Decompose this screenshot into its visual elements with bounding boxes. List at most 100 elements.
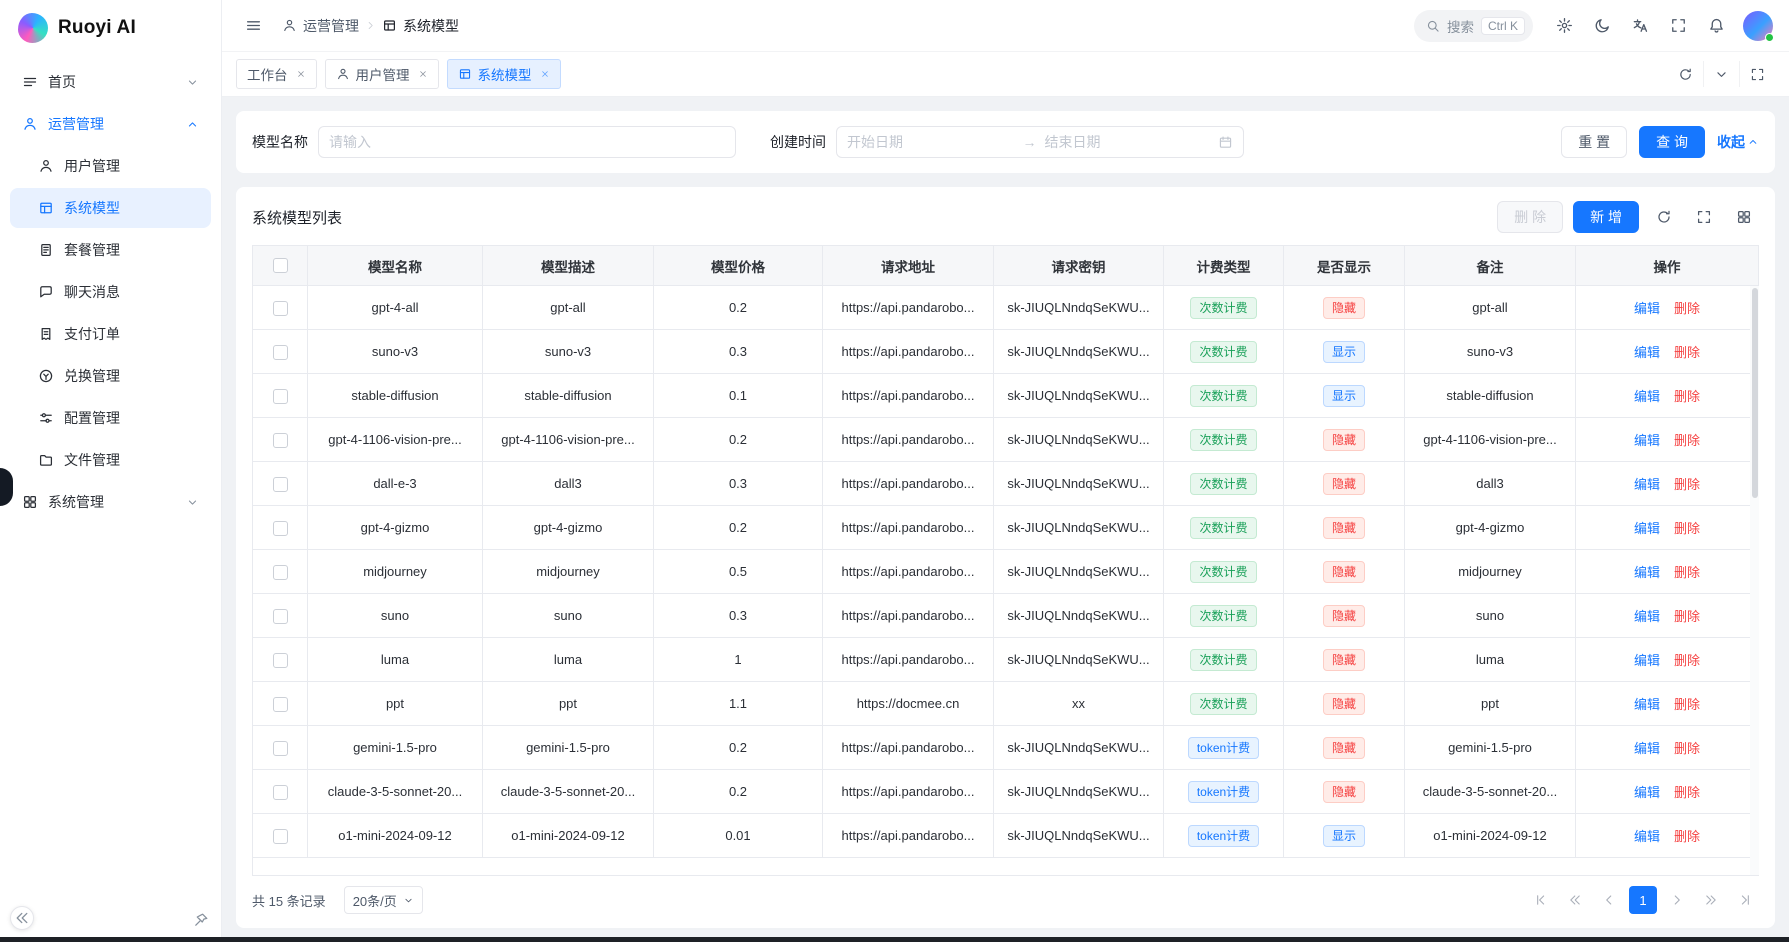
row-delete-link[interactable]: 删除 [1674, 609, 1700, 624]
batch-delete-button[interactable]: 删 除 [1497, 201, 1563, 233]
page-size-select[interactable]: 20条/页 [344, 886, 423, 914]
row-checkbox[interactable] [273, 521, 288, 536]
edit-link[interactable]: 编辑 [1634, 433, 1660, 448]
sidebar-item-system-management[interactable]: 系统管理 [10, 482, 211, 522]
sidebar-item-payment-orders[interactable]: 支付订单 [10, 314, 211, 354]
close-icon[interactable] [418, 69, 428, 79]
model-name-input[interactable] [318, 126, 736, 158]
edit-link[interactable]: 编辑 [1634, 389, 1660, 404]
edit-link[interactable]: 编辑 [1634, 565, 1660, 580]
tab-menu-chevron-icon[interactable] [1703, 61, 1739, 87]
row-checkbox[interactable] [273, 301, 288, 316]
row-delete-link[interactable]: 删除 [1674, 301, 1700, 316]
sidebar-item-system-model[interactable]: 系统模型 [10, 188, 211, 228]
row-checkbox[interactable] [273, 609, 288, 624]
edit-link[interactable]: 编辑 [1634, 741, 1660, 756]
breadcrumb-item-operations[interactable]: 运营管理 [282, 16, 359, 36]
avatar[interactable] [1743, 11, 1773, 41]
row-checkbox[interactable] [273, 785, 288, 800]
tab-user-management[interactable]: 用户管理 [325, 59, 439, 89]
row-delete-link[interactable]: 删除 [1674, 477, 1700, 492]
row-checkbox[interactable] [273, 477, 288, 492]
edit-link[interactable]: 编辑 [1634, 301, 1660, 316]
date-range-picker[interactable]: → [836, 126, 1244, 158]
collapse-filter-link[interactable]: 收起 [1717, 132, 1759, 152]
refresh-tab-icon[interactable] [1667, 61, 1703, 87]
row-delete-link[interactable]: 删除 [1674, 565, 1700, 580]
sidebar-item-package-management[interactable]: 套餐管理 [10, 230, 211, 270]
page-number-current[interactable]: 1 [1629, 886, 1657, 914]
chevron-right-icon[interactable] [1663, 886, 1691, 914]
row-checkbox[interactable] [273, 829, 288, 844]
settings-gear-icon[interactable] [1549, 11, 1579, 41]
pin-sidebar-icon[interactable] [193, 912, 209, 928]
row-delete-link[interactable]: 删除 [1674, 521, 1700, 536]
sidebar-item-home[interactable]: 首页 [10, 62, 211, 102]
query-button[interactable]: 查 询 [1639, 126, 1705, 158]
close-icon[interactable] [540, 69, 550, 79]
edit-link[interactable]: 编辑 [1634, 477, 1660, 492]
tabs: 工作台用户管理系统模型 [236, 59, 561, 89]
edit-link[interactable]: 编辑 [1634, 785, 1660, 800]
cell-remark: gpt-4-gizmo [1405, 506, 1576, 550]
edit-link[interactable]: 编辑 [1634, 609, 1660, 624]
tab-system-model[interactable]: 系统模型 [447, 59, 561, 89]
last-page-icon[interactable] [1731, 886, 1759, 914]
refresh-table-icon[interactable] [1649, 202, 1679, 232]
sidebar-item-user-management[interactable]: 用户管理 [10, 146, 211, 186]
table-fullscreen-icon[interactable] [1689, 202, 1719, 232]
row-delete-link[interactable]: 删除 [1674, 389, 1700, 404]
scrollbar-thumb[interactable] [1752, 288, 1758, 498]
dchevron-right-icon[interactable] [1697, 886, 1725, 914]
tab-workbench[interactable]: 工作台 [236, 59, 317, 89]
sidebar-item-chat-messages[interactable]: 聊天消息 [10, 272, 211, 312]
sidebar-item-config-management[interactable]: 配置管理 [10, 398, 211, 438]
edit-link[interactable]: 编辑 [1634, 345, 1660, 360]
cell-remark: gpt-all [1405, 286, 1576, 330]
notifications-bell-icon[interactable] [1701, 11, 1731, 41]
row-checkbox[interactable] [273, 345, 288, 360]
row-delete-link[interactable]: 删除 [1674, 433, 1700, 448]
row-checkbox[interactable] [273, 565, 288, 580]
sidebar-item-operations[interactable]: 运营管理 [10, 104, 211, 144]
row-delete-link[interactable]: 删除 [1674, 345, 1700, 360]
fullscreen-icon[interactable] [1663, 11, 1693, 41]
close-icon[interactable] [296, 69, 306, 79]
translate-icon[interactable] [1625, 11, 1655, 41]
sidebar-item-redeem-management[interactable]: 兑换管理 [10, 356, 211, 396]
row-checkbox[interactable] [273, 653, 288, 668]
row-checkbox[interactable] [273, 697, 288, 712]
edit-link[interactable]: 编辑 [1634, 697, 1660, 712]
row-delete-link[interactable]: 删除 [1674, 785, 1700, 800]
cell-model-price: 0.01 [654, 814, 823, 858]
collapse-sidebar-button[interactable] [10, 906, 34, 930]
app-logo[interactable]: Ruoyi AI [0, 0, 221, 56]
row-checkbox[interactable] [273, 389, 288, 404]
start-date-input[interactable] [847, 134, 1015, 150]
add-button[interactable]: 新 增 [1573, 201, 1639, 233]
row-delete-link[interactable]: 删除 [1674, 741, 1700, 756]
global-search[interactable]: 搜索 Ctrl K [1414, 10, 1533, 42]
column-settings-icon[interactable] [1729, 202, 1759, 232]
edit-link[interactable]: 编辑 [1634, 521, 1660, 536]
hamburger-icon[interactable] [238, 11, 268, 41]
row-delete-link[interactable]: 删除 [1674, 697, 1700, 712]
content-fullscreen-icon[interactable] [1739, 61, 1775, 87]
row-delete-link[interactable]: 删除 [1674, 653, 1700, 668]
dchevron-left-icon[interactable] [1561, 886, 1589, 914]
edit-link[interactable]: 编辑 [1634, 829, 1660, 844]
end-date-input[interactable] [1045, 134, 1213, 150]
billing-type-badge: 次数计费 [1190, 341, 1256, 363]
edit-link[interactable]: 编辑 [1634, 653, 1660, 668]
row-checkbox[interactable] [273, 433, 288, 448]
chevron-left-icon[interactable] [1595, 886, 1623, 914]
sidebar-item-file-management[interactable]: 文件管理 [10, 440, 211, 480]
row-delete-link[interactable]: 删除 [1674, 829, 1700, 844]
first-page-icon[interactable] [1527, 886, 1555, 914]
breadcrumb-item-system-model[interactable]: 系统模型 [382, 16, 459, 36]
select-all-checkbox[interactable] [273, 258, 288, 273]
reset-button[interactable]: 重 置 [1561, 126, 1627, 158]
table-scrollbar[interactable] [1750, 286, 1759, 875]
dark-mode-icon[interactable] [1587, 11, 1617, 41]
row-checkbox[interactable] [273, 741, 288, 756]
